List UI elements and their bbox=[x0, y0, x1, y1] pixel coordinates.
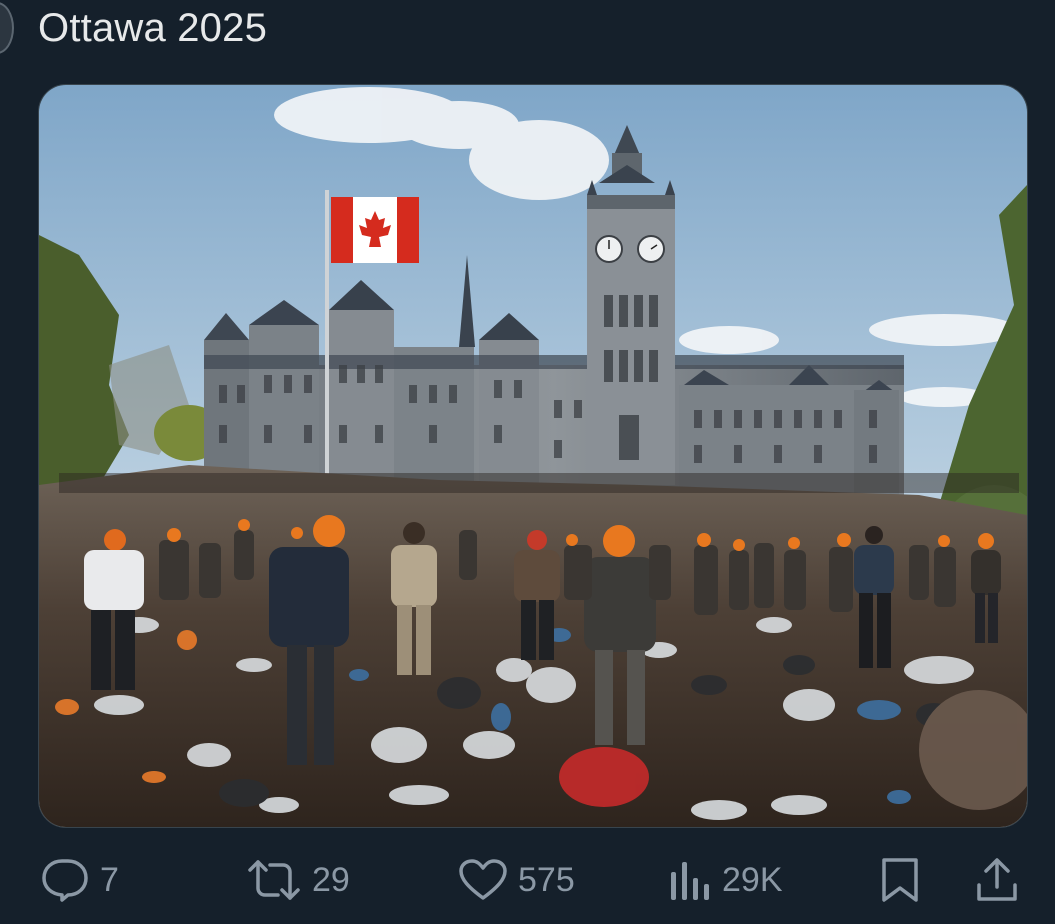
post-text: Ottawa 2025 bbox=[38, 6, 268, 50]
tweet-actions: 7 29 575 29K bbox=[0, 848, 1055, 912]
views-button[interactable]: 29K bbox=[668, 848, 783, 912]
bar-chart-icon bbox=[668, 858, 712, 902]
views-count: 29K bbox=[722, 860, 783, 899]
avatar[interactable] bbox=[0, 2, 14, 54]
reply-button[interactable]: 7 bbox=[40, 848, 119, 912]
share-icon bbox=[975, 857, 1019, 903]
reply-count: 7 bbox=[100, 860, 119, 899]
like-count: 575 bbox=[518, 860, 575, 899]
bookmark-icon bbox=[880, 856, 920, 904]
reply-icon bbox=[40, 857, 90, 903]
post-image[interactable] bbox=[38, 84, 1028, 828]
heart-icon bbox=[458, 858, 508, 902]
bookmark-button[interactable] bbox=[880, 848, 920, 912]
parliament-scene bbox=[39, 85, 1027, 827]
repost-icon bbox=[246, 858, 302, 902]
share-button[interactable] bbox=[975, 848, 1019, 912]
repost-count: 29 bbox=[312, 860, 350, 899]
crowd-far bbox=[59, 473, 1019, 493]
like-button[interactable]: 575 bbox=[458, 848, 575, 912]
repost-button[interactable]: 29 bbox=[246, 848, 350, 912]
red-bag bbox=[559, 747, 649, 807]
